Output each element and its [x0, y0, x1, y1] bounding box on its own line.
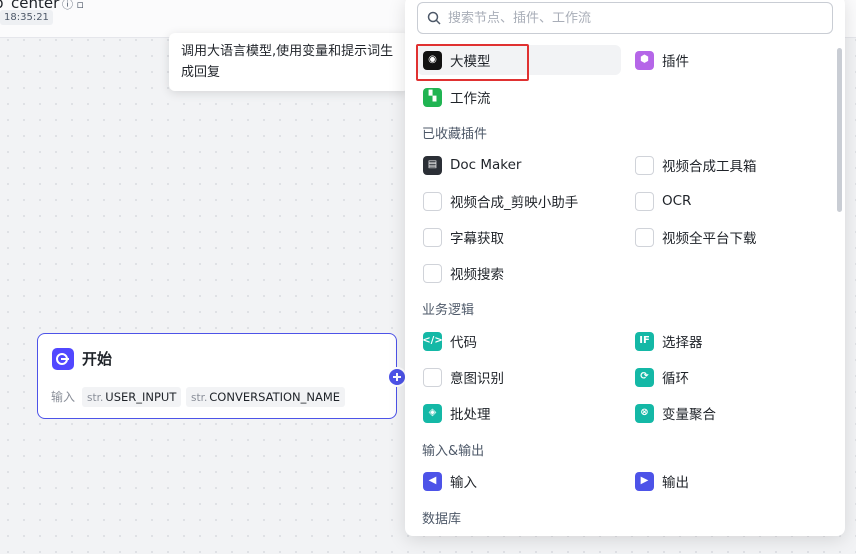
node-item-label: 输出	[662, 475, 689, 491]
node-item-label: 代码	[450, 335, 477, 351]
batch-icon: ◈	[423, 403, 442, 423]
loop-icon: ⟳	[635, 367, 654, 387]
node-item-label: 视频合成_剪映小助手	[450, 195, 579, 211]
doc-maker-icon: ▤	[423, 155, 442, 175]
section-title-database: 数据库	[422, 512, 462, 527]
node-item-selector[interactable]: IF 选择器	[629, 326, 833, 356]
plugin-placeholder-icon	[635, 191, 654, 211]
variable-name: USER_INPUT	[105, 390, 177, 404]
start-node[interactable]: 开始 输入 str. USER_INPUT str. CONVERSATION_NA…	[37, 333, 397, 419]
plugin-placeholder-icon	[423, 227, 442, 247]
plugin-icon: ⬢	[635, 50, 654, 70]
node-item-label: 字幕获取	[450, 231, 504, 247]
highlight-box	[416, 44, 529, 81]
section-title-io: 输入&输出	[422, 444, 485, 459]
variable-name: CONVERSATION_NAME	[209, 390, 341, 404]
search-icon	[427, 11, 441, 25]
node-item-label: 批处理	[450, 407, 491, 423]
node-picker-panel: ◉ 大模型 ⬢ 插件 ▚ 工作流 已收藏插件 ▤ Doc Maker 视频合成工…	[405, 0, 845, 536]
node-item-label: 视频全平台下载	[662, 231, 757, 247]
node-item-loop[interactable]: ⟳ 循环	[629, 362, 833, 392]
node-item-label: 插件	[662, 54, 689, 70]
if-icon: IF	[635, 331, 654, 351]
favorite-plugin-item[interactable]: 视频合成_剪映小助手	[417, 186, 621, 216]
info-icon[interactable]: ⓘ ▫	[62, 0, 84, 12]
node-item-label: 循环	[662, 371, 689, 387]
app-timestamp: 18:35:21	[0, 10, 53, 25]
input-variable-tag: str. CONVERSATION_NAME	[186, 387, 346, 407]
favorite-plugin-item[interactable]: ▤ Doc Maker	[417, 150, 621, 180]
node-tooltip: 调用大语言模型,使用变量和提示词生成回复	[169, 33, 409, 91]
node-item-label: 工作流	[450, 91, 491, 107]
start-node-inputs-label: 输入	[51, 390, 76, 404]
plugin-placeholder-icon	[423, 191, 442, 211]
node-item-label: 选择器	[662, 335, 703, 351]
workflow-icon: ▚	[423, 87, 442, 107]
node-item-output[interactable]: ▶ 输出	[629, 466, 833, 496]
node-item-label: 输入	[450, 475, 477, 491]
plugin-placeholder-icon	[635, 227, 654, 247]
plugin-placeholder-icon	[635, 155, 654, 175]
node-item-plugin[interactable]: ⬢ 插件	[629, 45, 833, 75]
section-title-favorites: 已收藏插件	[422, 127, 488, 142]
code-icon: </>	[422, 331, 443, 351]
section-title-logic: 业务逻辑	[422, 303, 475, 318]
favorite-plugin-item[interactable]: 视频全平台下载	[629, 222, 833, 252]
start-node-icon	[52, 348, 74, 370]
node-item-label: 变量聚合	[662, 407, 716, 423]
favorite-plugin-item[interactable]: 字幕获取	[417, 222, 621, 252]
search-input[interactable]	[448, 8, 818, 28]
node-item-variable-merge[interactable]: ⊗ 变量聚合	[629, 398, 833, 428]
node-item-code[interactable]: </> 代码	[417, 326, 621, 356]
node-item-input[interactable]: ◀ 输入	[417, 466, 621, 496]
variable-type: str.	[87, 392, 104, 404]
input-variable-tag: str. USER_INPUT	[82, 387, 182, 407]
add-node-handle[interactable]	[387, 367, 407, 387]
node-item-label: 意图识别	[450, 371, 504, 387]
intent-placeholder-icon	[423, 367, 442, 387]
favorite-plugin-item[interactable]: 视频搜索	[417, 258, 621, 288]
node-item-label: 视频合成工具箱	[662, 159, 757, 175]
plugin-placeholder-icon	[423, 263, 442, 283]
start-node-title: 开始	[82, 350, 113, 368]
output-icon: ▶	[635, 471, 654, 491]
node-item-label: Doc Maker	[450, 157, 522, 173]
variable-merge-icon: ⊗	[635, 403, 654, 423]
variable-type: str.	[191, 392, 208, 404]
input-icon: ◀	[423, 471, 442, 491]
node-item-workflow[interactable]: ▚ 工作流	[417, 82, 621, 112]
node-item-batch[interactable]: ◈ 批处理	[417, 398, 621, 428]
search-box[interactable]	[417, 2, 833, 34]
node-item-intent[interactable]: 意图识别	[417, 362, 621, 392]
favorite-plugin-item[interactable]: OCR	[629, 186, 833, 216]
panel-scrollbar[interactable]	[837, 48, 842, 212]
favorite-plugin-item[interactable]: 视频合成工具箱	[629, 150, 833, 180]
node-item-label: 视频搜索	[450, 267, 504, 283]
node-item-label: OCR	[662, 193, 692, 209]
